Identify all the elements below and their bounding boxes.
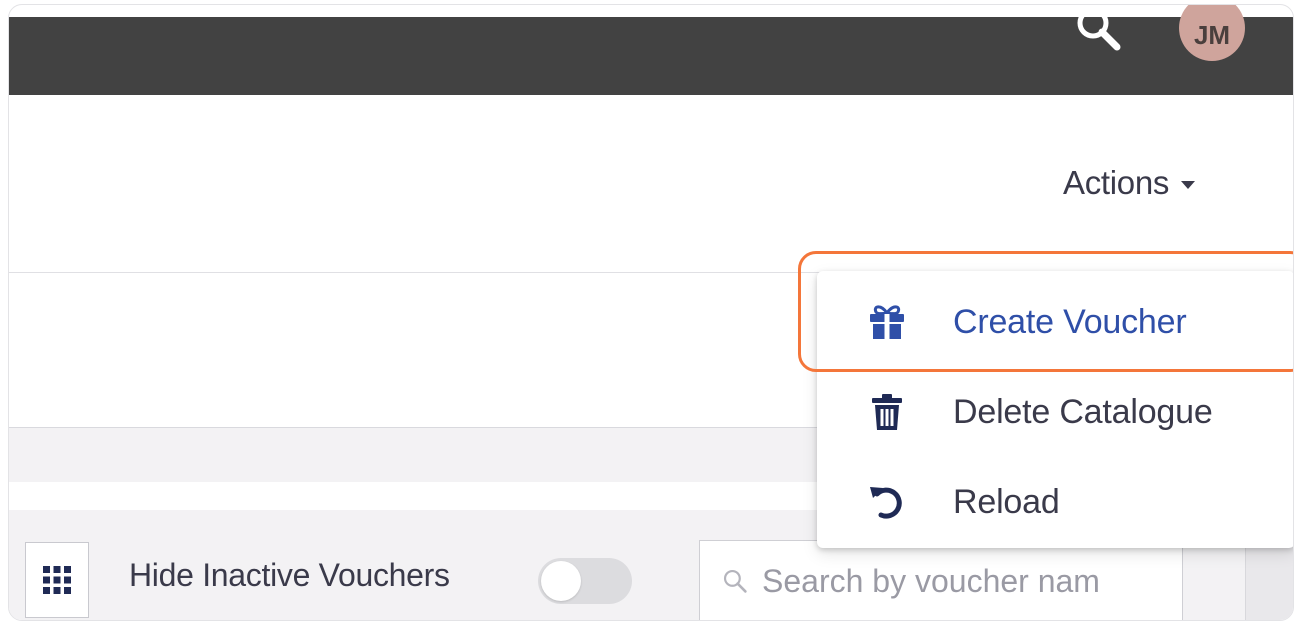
gift-icon [865,300,909,344]
app-window: JM Actions Hide Inactive Vouchers Search… [8,4,1294,621]
global-search-button[interactable] [1067,7,1131,61]
top-navigation-bar: JM [9,5,1293,95]
avatar-initials: JM [1193,20,1231,50]
actions-dropdown-button[interactable]: Actions [1059,161,1199,205]
caret-down-icon [1181,181,1196,189]
menu-item-label: Delete Catalogue [953,392,1213,431]
voucher-search-field[interactable] [699,540,1183,620]
trash-icon [865,390,909,434]
grid-view-button[interactable] [25,542,89,618]
toggle-knob [541,561,581,601]
actions-label: Actions [1063,164,1170,201]
voucher-search-input[interactable] [762,562,1182,600]
search-icon [723,569,747,593]
hide-inactive-toggle[interactable] [538,558,632,604]
menu-item-create-voucher[interactable]: Create Voucher [817,277,1293,367]
menu-item-label: Create Voucher [953,302,1187,341]
menu-item-reload[interactable]: Reload [817,457,1293,547]
user-avatar[interactable]: JM [1179,5,1245,61]
menu-item-label: Reload [953,482,1060,521]
hide-inactive-label: Hide Inactive Vouchers [129,557,450,593]
actions-menu: Create Voucher Delete Catalogue Reload [817,271,1293,548]
page-header: Actions [9,95,1293,273]
grid-icon [43,566,71,594]
menu-item-delete-catalogue[interactable]: Delete Catalogue [817,367,1293,457]
search-icon [1077,7,1121,51]
side-panel-edge [1245,540,1293,620]
reload-icon [865,480,909,524]
